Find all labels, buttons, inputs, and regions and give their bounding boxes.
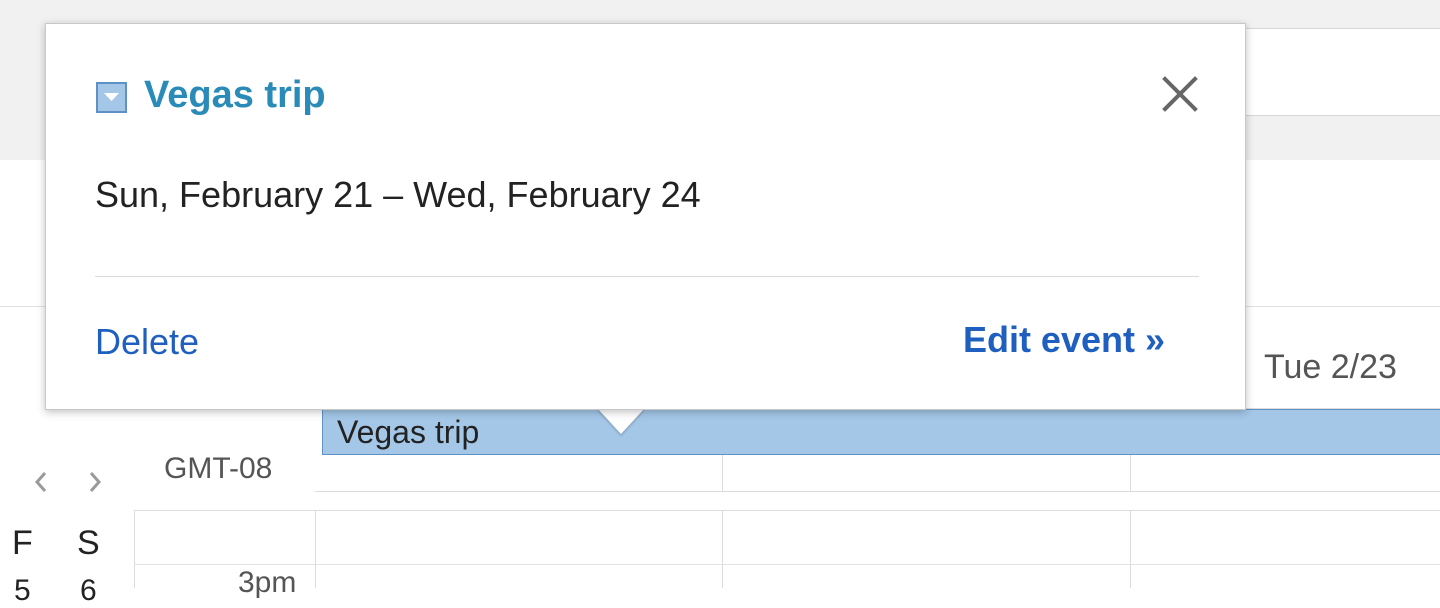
day-column-divider [1130,510,1131,588]
hour-divider [134,564,1440,565]
time-label-3pm: 3pm [238,566,297,599]
delete-link[interactable]: Delete [95,321,199,363]
popup-pointer [597,408,645,434]
close-button[interactable] [1160,74,1200,114]
day-column-divider [315,510,316,588]
time-grid [134,510,1440,588]
timezone-label: GMT-08 [164,452,273,485]
calendar-color-dropdown[interactable] [96,82,127,113]
mini-cal-weekday-saturday: S [77,524,100,562]
day-column-divider [722,455,723,492]
day-column-divider [722,510,723,588]
day-header-tue[interactable]: Tue 2/23 [1264,348,1397,387]
event-details-popup: Vegas trip Sun, February 21 – Wed, Febru… [45,23,1246,410]
popup-divider [95,276,1199,277]
event-title: Vegas trip [144,74,326,116]
edit-event-link[interactable]: Edit event » [963,319,1165,361]
chevron-left-icon[interactable] [26,462,56,502]
mini-cal-date[interactable]: 6 [80,574,97,608]
mini-cal-date[interactable]: 5 [14,574,31,608]
chevron-right-icon[interactable] [80,462,110,502]
mini-cal-weekday-friday: F [12,524,33,562]
event-date-range: Sun, February 21 – Wed, February 24 [95,174,701,215]
close-icon [1160,76,1200,118]
event-bar-vegas-trip[interactable]: Vegas trip [322,409,1440,455]
day-column-divider [1130,455,1131,492]
